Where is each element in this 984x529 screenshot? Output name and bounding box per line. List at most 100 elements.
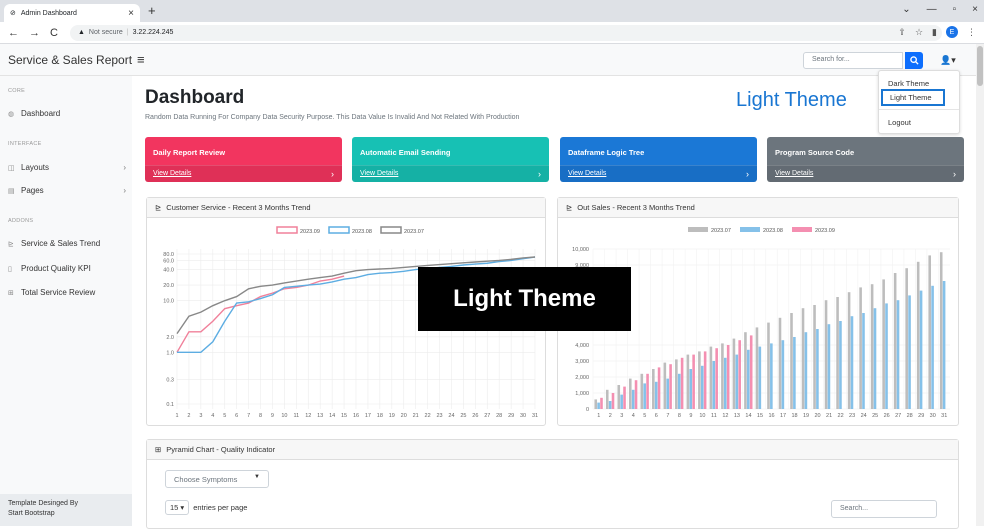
- user-caret-icon: ▾: [951, 55, 956, 65]
- back-icon[interactable]: ←: [8, 27, 19, 39]
- reload-icon[interactable]: C: [50, 27, 58, 39]
- share-icon[interactable]: ⇪: [898, 27, 906, 38]
- close-window-button[interactable]: ×: [972, 4, 978, 15]
- card-footer[interactable]: View Details ›: [352, 165, 549, 182]
- sidebar-item-dashboard[interactable]: ◍ Dashboard: [8, 109, 126, 118]
- search-button[interactable]: [905, 52, 923, 69]
- bar: [726, 345, 730, 409]
- close-tab-icon[interactable]: ×: [128, 8, 134, 19]
- bar: [804, 332, 808, 409]
- chevron-right-icon: ›: [953, 169, 956, 179]
- bar: [873, 308, 877, 409]
- scrollbar-thumb[interactable]: [977, 46, 983, 86]
- bar: [721, 343, 724, 409]
- x-tick-label: 28: [496, 413, 502, 419]
- not-secure-label: Not secure: [88, 29, 123, 36]
- x-tick-label: 6: [235, 413, 238, 419]
- x-tick-label: 27: [895, 413, 901, 419]
- entries-select[interactable]: 15 ▾: [165, 500, 190, 515]
- url-bar[interactable]: ▲ Not secure | 3.22.224.245: [69, 24, 942, 41]
- legend-label: 2023.08: [352, 229, 372, 235]
- bar: [680, 357, 684, 409]
- bar: [597, 402, 600, 409]
- bar: [594, 399, 598, 409]
- x-tick-label: 25: [460, 413, 466, 419]
- legend-swatch: [276, 226, 298, 234]
- card-footer[interactable]: View Details ›: [767, 165, 964, 182]
- card-footer[interactable]: View Details ›: [145, 165, 342, 182]
- sidebar-heading-core: CORE: [8, 88, 26, 94]
- browser-action-icons: ⇪ ☆ ▮ E ⋮: [898, 26, 976, 38]
- view-details-link[interactable]: View Details: [775, 170, 813, 177]
- profile-avatar[interactable]: E: [946, 26, 958, 38]
- x-tick-label: 23: [849, 413, 855, 419]
- x-tick-label: 22: [425, 413, 431, 419]
- user-menu-button[interactable]: 👤▾: [940, 55, 956, 66]
- sidebar-item-pages[interactable]: ▤ Pages ›: [8, 186, 126, 195]
- bar: [634, 380, 638, 409]
- sidebar-item-label: Total Service Review: [21, 288, 96, 297]
- bar: [931, 285, 934, 409]
- sidebar-item-service-sales-trend[interactable]: ⊵ Service & Sales Trend: [8, 239, 126, 248]
- table-icon: ⊞: [8, 289, 14, 297]
- x-tick-label: 24: [861, 413, 867, 419]
- sidebar-toggle-icon[interactable]: ≡: [137, 52, 145, 67]
- symptoms-select[interactable]: Choose Symptoms ▼: [165, 470, 269, 488]
- browser-tab[interactable]: ⊘ Admin Dashboard ×: [4, 4, 140, 22]
- x-tick-label: 4: [632, 413, 635, 419]
- y-tick-label: 3,000: [575, 359, 589, 365]
- minimize-button[interactable]: —: [927, 4, 937, 15]
- table-search-input[interactable]: Search...: [831, 500, 937, 518]
- light-theme-item[interactable]: Light Theme: [881, 89, 945, 106]
- search-input[interactable]: Search for...: [803, 52, 903, 69]
- brand-title[interactable]: Service & Sales Report: [8, 53, 132, 67]
- bar: [663, 362, 667, 409]
- x-tick-label: 18: [377, 413, 383, 419]
- page-scrollbar[interactable]: [976, 44, 984, 526]
- x-tick-label: 28: [907, 413, 913, 419]
- dashboard-icon: ◍: [8, 110, 15, 118]
- view-details-link[interactable]: View Details: [360, 170, 398, 177]
- bar: [813, 305, 816, 409]
- sidebar-item-layouts[interactable]: ◫ Layouts ›: [8, 163, 126, 172]
- y-tick-label: 4,000: [575, 343, 589, 349]
- maximize-button[interactable]: ▫: [953, 4, 957, 15]
- columns-icon: ◫: [8, 164, 15, 172]
- x-tick-label: 2: [187, 413, 190, 419]
- dark-theme-item[interactable]: Dark Theme: [888, 79, 929, 88]
- bar: [675, 359, 678, 409]
- view-details-link[interactable]: View Details: [153, 170, 191, 177]
- sidebar-item-total-service-review[interactable]: ⊞ Total Service Review: [8, 288, 126, 297]
- x-tick-label: 16: [353, 413, 359, 419]
- bar: [893, 273, 897, 409]
- bookmark-star-icon[interactable]: ☆: [915, 27, 923, 38]
- new-tab-button[interactable]: +: [148, 3, 156, 18]
- card-footer[interactable]: View Details ›: [560, 165, 757, 182]
- x-tick-label: 17: [780, 413, 786, 419]
- sidebar-footer: Template Desinged By Start Bootstrap: [0, 494, 132, 526]
- bar: [692, 354, 695, 409]
- bar: [862, 313, 865, 409]
- panel-title: Customer Service - Recent 3 Months Trend: [166, 203, 311, 212]
- bar: [824, 300, 828, 409]
- bar: [816, 329, 819, 409]
- tab-search-icon[interactable]: ⌄: [902, 4, 910, 15]
- bar: [908, 295, 911, 409]
- y-tick-label: 40.0: [163, 268, 174, 274]
- forward-icon[interactable]: →: [29, 27, 40, 39]
- browser-menu-icon[interactable]: ⋮: [967, 27, 976, 38]
- logout-item[interactable]: Logout: [888, 118, 911, 127]
- warning-icon: ▲: [77, 29, 85, 36]
- bar: [939, 252, 943, 409]
- x-tick-label: 17: [365, 413, 371, 419]
- entries-value: 15: [170, 503, 179, 512]
- x-tick-label: 3: [620, 413, 623, 419]
- x-tick-label: 20: [815, 413, 821, 419]
- bar: [643, 383, 646, 409]
- x-tick-label: 10: [699, 413, 705, 419]
- x-tick-label: 24: [448, 413, 454, 419]
- view-details-link[interactable]: View Details: [568, 170, 606, 177]
- sidebar-item-product-quality-kpi[interactable]: ▯ Product Quality KPI: [8, 264, 126, 273]
- sidebar-panel-icon[interactable]: ▮: [932, 27, 937, 38]
- sidebar-footer-line: Start Bootstrap: [8, 510, 55, 517]
